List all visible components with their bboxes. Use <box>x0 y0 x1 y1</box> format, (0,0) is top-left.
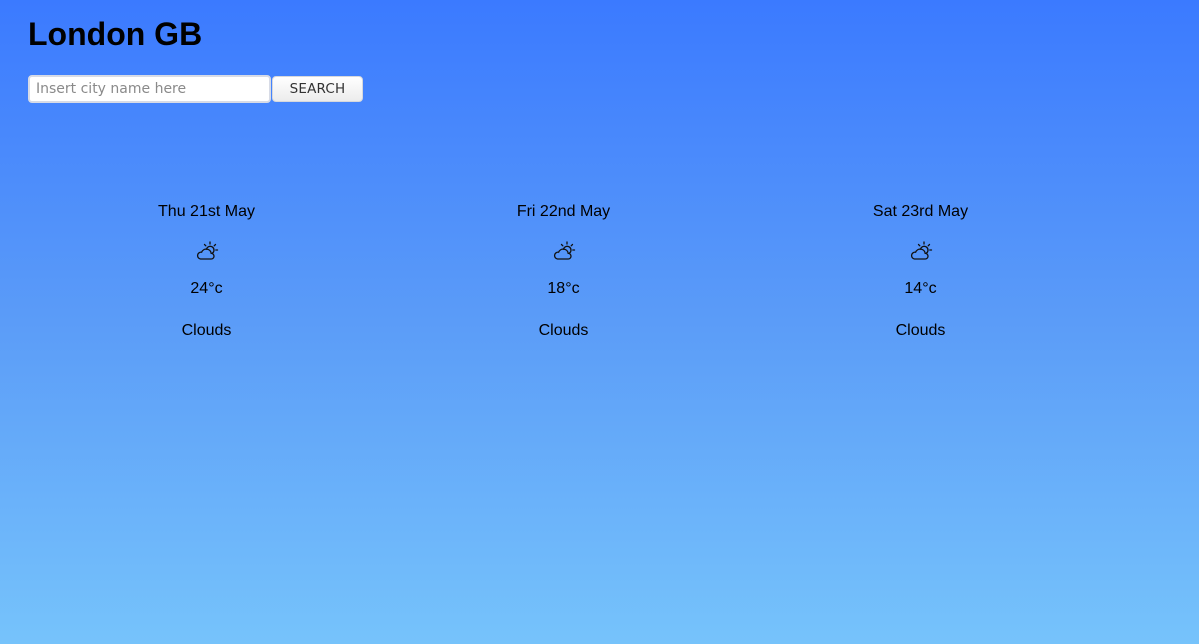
city-search-input[interactable] <box>28 75 271 103</box>
forecast-description: Clouds <box>895 322 946 339</box>
forecast-description: Clouds <box>181 322 232 339</box>
forecast-temperature: 18°c <box>547 280 580 297</box>
cloud-sun-icon <box>28 241 385 263</box>
forecast-date: Sat 23rd May <box>872 203 969 220</box>
search-button[interactable]: SEARCH <box>272 76 363 102</box>
cloud-sun-icon <box>742 241 1099 263</box>
city-title: London GB <box>28 16 203 52</box>
forecast-temperature: 14°c <box>904 280 937 297</box>
search-bar: SEARCH <box>28 75 363 103</box>
forecast-date: Thu 21st May <box>158 203 255 220</box>
cloud-sun-icon <box>385 241 742 263</box>
forecast-day: Thu 21st May 24°c Clouds <box>28 200 385 341</box>
forecast-list: Thu 21st May 24°c Clouds Fri 22nd May 18… <box>28 200 1099 341</box>
forecast-day: Fri 22nd May 18°c Clouds <box>385 200 742 341</box>
forecast-description: Clouds <box>538 322 589 339</box>
forecast-day: Sat 23rd May 14°c Clouds <box>742 200 1099 341</box>
forecast-date: Fri 22nd May <box>516 203 611 220</box>
forecast-temperature: 24°c <box>190 280 223 297</box>
